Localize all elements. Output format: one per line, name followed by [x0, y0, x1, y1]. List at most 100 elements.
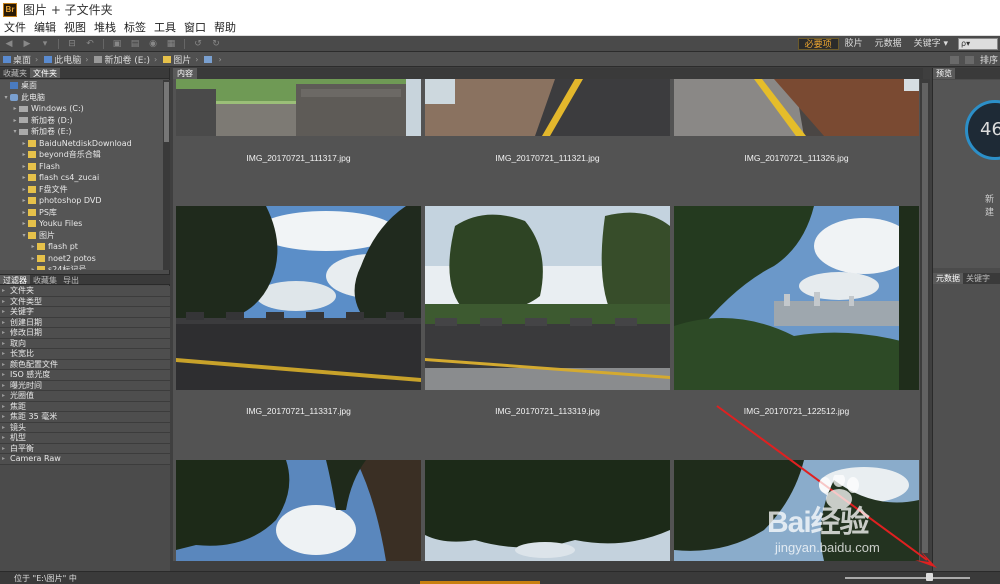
expand-arrow-icon[interactable]: ▸ — [29, 255, 37, 262]
expand-arrow-icon[interactable]: ▸ — [11, 105, 19, 112]
filter-category[interactable]: ▸ Camera Raw — [0, 454, 170, 465]
search-input[interactable]: ρ▾ — [958, 38, 998, 50]
expand-arrow-icon[interactable]: ▸ — [2, 413, 10, 420]
thumbnail-image[interactable] — [674, 206, 919, 390]
expand-arrow-icon[interactable]: ▸ — [20, 140, 28, 147]
thumbnail-card[interactable]: IMG_20170721_122512.jpg — [674, 206, 919, 416]
tab-filter[interactable]: 过滤器 — [0, 275, 30, 285]
tab-favorites[interactable]: 收藏夹 — [0, 68, 30, 78]
tab-collections[interactable]: 收藏集 — [30, 275, 60, 285]
expand-arrow-icon[interactable]: ▸ — [20, 209, 28, 216]
folder-tree-item[interactable]: ▸ flash pt — [0, 241, 163, 253]
folder-tree-item[interactable]: ▸ s24标记号 — [0, 264, 163, 270]
rotate-right-icon[interactable]: ↻ — [210, 39, 222, 49]
tab-keywords[interactable]: 关键字 — [963, 273, 993, 284]
folder-tree-item[interactable]: ▸ F盘文件 — [0, 184, 163, 196]
menu-edit[interactable]: 编辑 — [30, 19, 60, 35]
expand-arrow-icon[interactable]: ▸ — [2, 308, 10, 315]
workspace-filmstrip[interactable]: 胶片 — [839, 38, 869, 50]
thumbnail-size-slider-knob[interactable] — [926, 573, 933, 581]
tab-folders[interactable]: 文件夹 — [30, 68, 60, 78]
folder-tree-scrollbar[interactable] — [163, 80, 170, 270]
tab-metadata[interactable]: 元数据 — [933, 273, 963, 284]
thumbnail-image[interactable] — [176, 206, 421, 390]
folder-tree-item[interactable]: ▸ noet2 potos — [0, 253, 163, 265]
folder-tree-item[interactable]: ▾ 新加卷 (E:) — [0, 126, 163, 138]
expand-arrow-icon[interactable]: ▸ — [2, 329, 10, 336]
menu-tools[interactable]: 工具 — [150, 19, 180, 35]
thumbnail-image[interactable] — [674, 79, 919, 136]
folder-tree-item[interactable]: ▸ BaiduNetdiskDownload — [0, 138, 163, 150]
folder-tree-item[interactable]: ▸ 新加卷 (D:) — [0, 115, 163, 127]
scrollbar-thumb[interactable] — [164, 82, 169, 142]
expand-arrow-icon[interactable]: ▸ — [2, 371, 10, 378]
folder-tree-item[interactable]: ▾ 此电脑 — [0, 92, 163, 104]
expand-arrow-icon[interactable]: ▸ — [20, 174, 28, 181]
grid-view-icon[interactable] — [949, 55, 959, 64]
workspace-metadata[interactable]: 元数据 — [869, 38, 908, 50]
expand-arrow-icon[interactable]: ▸ — [20, 186, 28, 193]
expand-arrow-icon[interactable]: ▸ — [20, 197, 28, 204]
expand-arrow-icon[interactable]: ▸ — [2, 340, 10, 347]
expand-arrow-icon[interactable]: ▸ — [2, 287, 10, 294]
expand-arrow-icon[interactable]: ▸ — [2, 319, 10, 326]
filter-category[interactable]: ▸ 白平衡 — [0, 443, 170, 454]
thumbnail-image[interactable] — [176, 460, 421, 561]
open-camera-raw-icon[interactable]: ◉ — [147, 39, 159, 49]
output-icon[interactable]: ▦ — [165, 39, 177, 49]
expand-arrow-icon[interactable]: ▸ — [20, 151, 28, 158]
menu-view[interactable]: 视图 — [60, 19, 90, 35]
dropdown-icon[interactable]: ▾ — [39, 39, 51, 49]
thumbnail-image[interactable] — [176, 79, 421, 136]
expand-arrow-icon[interactable]: ▸ — [29, 266, 37, 270]
expand-arrow-icon[interactable]: ▸ — [20, 163, 28, 170]
workspace-keywords[interactable]: 关键字 ▾ — [908, 38, 954, 50]
expand-arrow-icon[interactable]: ▾ — [11, 128, 19, 135]
folder-tree-item[interactable]: ▸ PS库 — [0, 207, 163, 219]
tab-export[interactable]: 导出 — [60, 275, 82, 285]
tab-preview[interactable]: 预览 — [933, 68, 955, 79]
return-icon[interactable]: ↶ — [84, 39, 96, 49]
sort-menu[interactable]: 排序 — [980, 53, 998, 66]
rotate-left-icon[interactable]: ↺ — [192, 39, 204, 49]
path-subfolder[interactable]: › — [201, 55, 224, 64]
recent-folders-icon[interactable]: ⊟ — [66, 39, 78, 49]
expand-arrow-icon[interactable]: ▸ — [2, 298, 10, 305]
back-icon[interactable]: ◀ — [3, 39, 15, 49]
path-this-pc[interactable]: 此电脑 › — [41, 53, 91, 66]
camera-import-icon[interactable]: ▣ — [111, 39, 123, 49]
expand-arrow-icon[interactable]: ▸ — [2, 434, 10, 441]
expand-arrow-icon[interactable]: ▸ — [2, 361, 10, 368]
thumbnail-card[interactable]: IMG_20170721_111326.jpg — [674, 79, 919, 169]
thumbnail-card[interactable]: IMG_20170721_111321.jpg — [425, 79, 670, 169]
folder-tree-item[interactable]: ▸ beyond音乐合辑 — [0, 149, 163, 161]
workspace-essentials[interactable]: 必要项 — [797, 38, 839, 50]
thumbnail-card[interactable]: IMG_20170721_113317.jpg — [176, 206, 421, 416]
expand-arrow-icon[interactable]: ▸ — [20, 220, 28, 227]
folder-tree-item[interactable]: ▸ Youku Files — [0, 218, 163, 230]
expand-arrow-icon[interactable]: ▾ — [2, 94, 10, 101]
expand-arrow-icon[interactable]: ▸ — [2, 392, 10, 399]
menu-file[interactable]: 文件 — [0, 19, 30, 35]
thumbnail-card[interactable]: IMG_20170721_113319.jpg — [425, 206, 670, 416]
thumbnail-image[interactable] — [425, 206, 670, 390]
expand-arrow-icon[interactable]: ▸ — [2, 424, 10, 431]
forward-icon[interactable]: ▶ — [21, 39, 33, 49]
menu-window[interactable]: 窗口 — [180, 19, 210, 35]
thumbnail-image[interactable] — [425, 460, 670, 561]
folder-tree-item[interactable]: ▸ photoshop DVD — [0, 195, 163, 207]
expand-arrow-icon[interactable]: ▸ — [2, 350, 10, 357]
expand-arrow-icon[interactable]: ▸ — [29, 243, 37, 250]
thumbnail-image[interactable] — [425, 79, 670, 136]
path-desktop[interactable]: 桌面 › — [0, 53, 41, 66]
expand-arrow-icon[interactable]: ▸ — [2, 455, 10, 462]
folder-tree-item[interactable]: ▸ Flash — [0, 161, 163, 173]
expand-arrow-icon[interactable]: ▾ — [20, 232, 28, 239]
folder-tree-item[interactable]: 桌面 — [0, 80, 163, 92]
thumbnail-card[interactable] — [425, 460, 670, 561]
thumbnail-card[interactable]: IMG_20170721_111317.jpg — [176, 79, 421, 169]
folder-tree-item[interactable]: ▸ flash cs4_zucai — [0, 172, 163, 184]
path-drive-e[interactable]: 新加卷 (E:) › — [91, 53, 160, 66]
thumbnail-card[interactable] — [176, 460, 421, 561]
menu-label[interactable]: 标签 — [120, 19, 150, 35]
